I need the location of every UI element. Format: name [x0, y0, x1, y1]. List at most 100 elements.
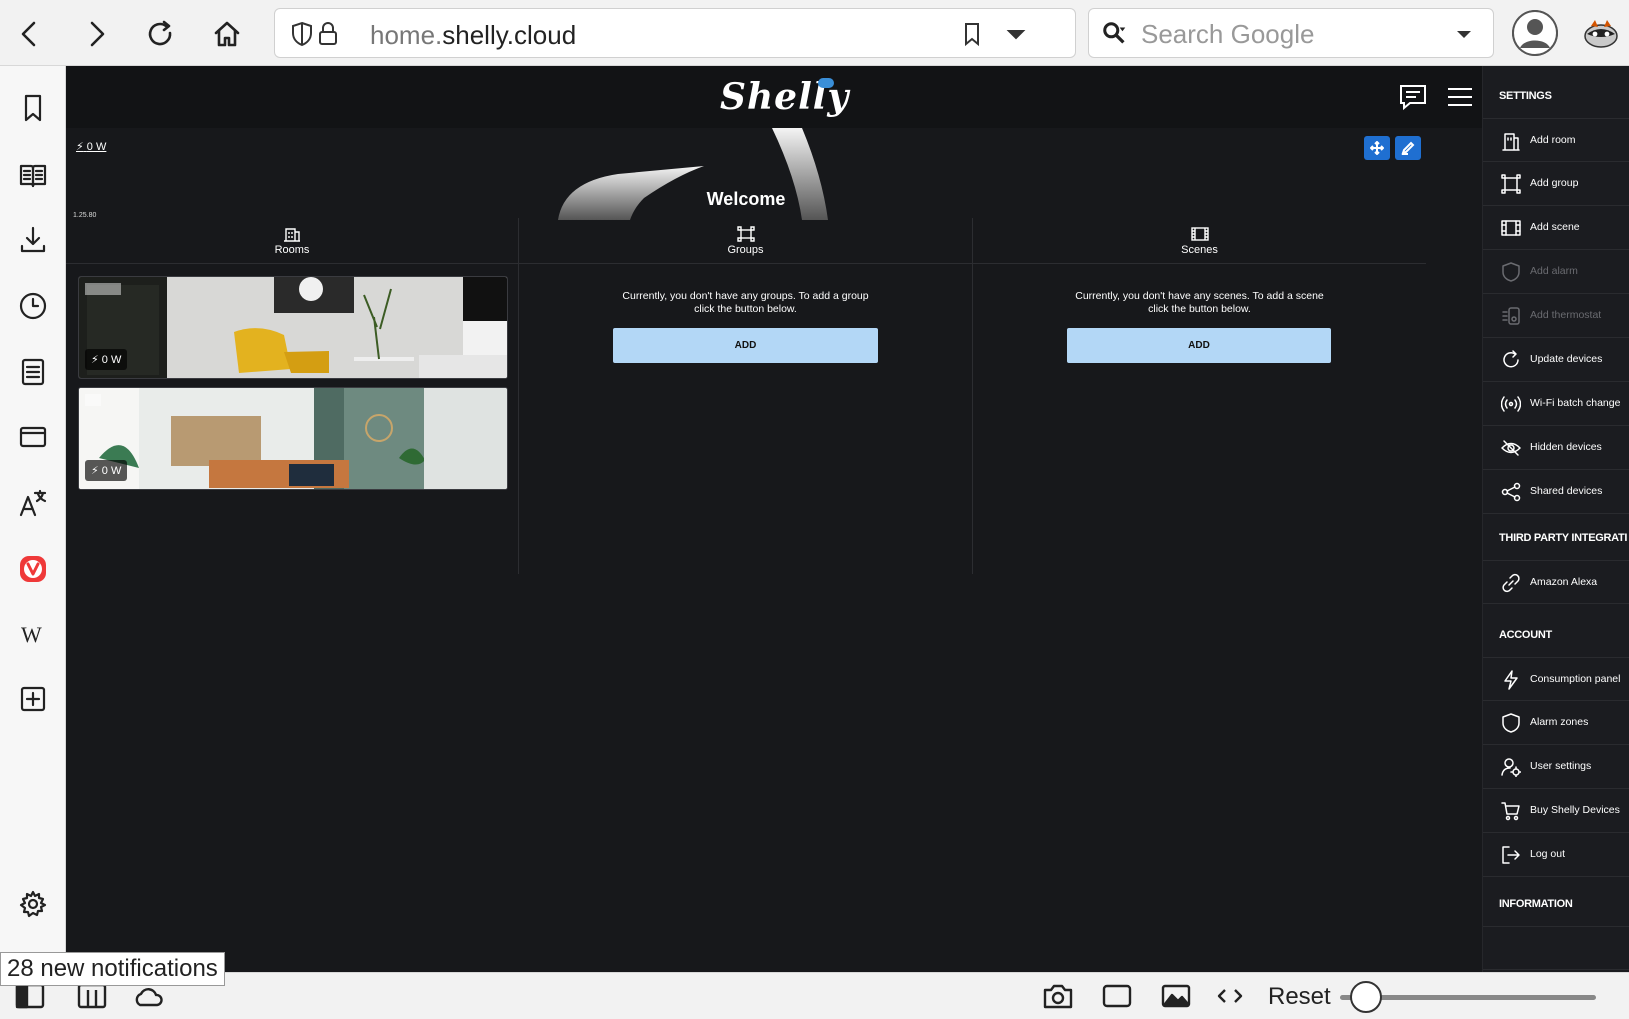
search-icon: [1103, 22, 1126, 44]
profile-avatar[interactable]: [1512, 10, 1558, 56]
alarm-zones-item[interactable]: Alarm zones: [1483, 701, 1629, 745]
cart-icon: [1501, 802, 1520, 821]
add-thermostat-item[interactable]: Add thermostat: [1483, 294, 1629, 338]
translate-button[interactable]: [11, 481, 55, 525]
amazon-alexa-item[interactable]: Amazon Alexa: [1483, 560, 1629, 604]
page-actions-button[interactable]: [1212, 981, 1248, 1011]
move-layout-button[interactable]: [1364, 136, 1390, 160]
information-item[interactable]: [1483, 926, 1629, 970]
groups-header[interactable]: Groups: [519, 218, 972, 264]
user-settings-item[interactable]: User settings: [1483, 745, 1629, 789]
add-alarm-item[interactable]: Add alarm: [1483, 250, 1629, 294]
buy-shelly-devices-item[interactable]: Buy Shelly Devices: [1483, 789, 1629, 833]
address-bar[interactable]: home.shelly.cloud: [274, 8, 1076, 58]
bookmark-icon[interactable]: [959, 21, 985, 47]
bolt-icon: [1504, 670, 1518, 690]
url-subdomain: home.: [370, 20, 443, 50]
home-button[interactable]: [207, 14, 247, 54]
add-group-item[interactable]: Add group: [1483, 162, 1629, 206]
shared-devices-item[interactable]: Shared devices: [1483, 470, 1629, 514]
wifi-batch-change-label: Wi-Fi batch change: [1530, 397, 1621, 409]
scenes-label: Scenes: [1181, 244, 1218, 256]
room-card[interactable]: ⚡︎ 0 W: [78, 387, 508, 490]
wifi-batch-change-item[interactable]: Wi-Fi batch change: [1483, 382, 1629, 426]
amazon-alexa-label: Amazon Alexa: [1530, 576, 1598, 588]
scenes-header[interactable]: Scenes: [973, 218, 1426, 264]
hidden-devices-item[interactable]: Hidden devices: [1483, 426, 1629, 470]
shelly-app: Shelly ⚡︎ 0 W 1.25.80 Welcome Rooms ⚡︎ 0…: [66, 66, 1629, 972]
notification-toast[interactable]: 28 new notifications: [0, 952, 225, 986]
user-settings-label: User settings: [1530, 760, 1592, 772]
add-group-button[interactable]: ADD: [613, 328, 878, 363]
zoom-slider-thumb[interactable]: [1349, 981, 1382, 1013]
refresh-icon: [1503, 350, 1519, 368]
window-panel-button[interactable]: [11, 415, 55, 459]
hamburger-icon: [1448, 88, 1472, 106]
reading-list-button[interactable]: [11, 153, 55, 197]
camera-icon: [1043, 984, 1073, 1009]
search-bar[interactable]: [1088, 8, 1494, 58]
bookmarks-panel-button[interactable]: [11, 86, 55, 130]
back-button[interactable]: [10, 14, 50, 54]
book-icon: [19, 164, 47, 188]
add-alarm-label: Add alarm: [1530, 265, 1578, 277]
notes-button[interactable]: [11, 350, 55, 394]
extension-raccoon-icon[interactable]: [1581, 14, 1621, 54]
film-icon: [1190, 227, 1209, 241]
rooms-header[interactable]: Rooms: [66, 218, 518, 264]
rooms-label: Rooms: [274, 244, 310, 256]
lock-icon[interactable]: [315, 21, 341, 47]
vivaldi-button[interactable]: [11, 547, 55, 591]
film-icon: [1501, 220, 1521, 236]
menu-button[interactable]: [1445, 82, 1477, 114]
search-input[interactable]: [1141, 17, 1441, 51]
reload-button[interactable]: [141, 14, 181, 54]
wikipedia-button[interactable]: W: [11, 612, 55, 656]
group-icon: [1501, 174, 1521, 194]
chevron-down-icon[interactable]: [1451, 21, 1477, 47]
consumption-panel-label: Consumption panel: [1530, 673, 1621, 685]
total-power[interactable]: ⚡︎ 0 W: [76, 140, 106, 153]
add-panel-button[interactable]: [11, 677, 55, 721]
bookmark-icon: [24, 94, 42, 122]
logout-icon: [1502, 846, 1520, 864]
add-scene-button[interactable]: ADD: [1067, 328, 1331, 363]
edit-layout-button[interactable]: [1395, 136, 1421, 160]
log-out-label: Log out: [1530, 848, 1566, 860]
building-icon: [1502, 133, 1520, 151]
arrow-right-icon: [90, 21, 105, 47]
chat-icon: [1400, 85, 1426, 111]
history-button[interactable]: [11, 284, 55, 328]
url-text[interactable]: home.shelly.cloud: [370, 20, 576, 51]
window-size-button[interactable]: [1099, 981, 1135, 1011]
images-toggle-button[interactable]: [1158, 981, 1194, 1011]
update-devices-item[interactable]: Update devices: [1483, 338, 1629, 382]
downloads-button[interactable]: [11, 218, 55, 262]
wifi-broadcast-icon: [1501, 396, 1521, 412]
log-out-item[interactable]: Log out: [1483, 833, 1629, 877]
add-scene-item[interactable]: Add scene: [1483, 206, 1629, 250]
gear-icon: [19, 890, 47, 918]
shared-devices-label: Shared devices: [1530, 485, 1603, 497]
settings-section-title: ACCOUNT: [1499, 629, 1552, 641]
user-gear-icon: [1501, 758, 1521, 777]
code-icon: [1217, 989, 1243, 1003]
room-name-blurred: [85, 394, 101, 406]
alarm-zones-label: Alarm zones: [1530, 716, 1589, 728]
eye-off-icon: [1501, 440, 1521, 456]
groups-label: Groups: [727, 244, 764, 256]
shield-icon[interactable]: [289, 21, 315, 47]
browser-settings-button[interactable]: [11, 882, 55, 926]
update-devices-label: Update devices: [1530, 353, 1603, 365]
forward-button[interactable]: [76, 14, 116, 54]
chevron-down-icon[interactable]: [1003, 21, 1029, 47]
zoom-reset-button[interactable]: Reset: [1268, 983, 1331, 1011]
messages-button[interactable]: [1398, 82, 1430, 114]
capture-button[interactable]: [1040, 981, 1076, 1011]
bolt-icon: ⚡︎: [91, 465, 99, 477]
room-card[interactable]: ⚡︎ 0 W: [78, 276, 508, 379]
consumption-panel-item[interactable]: Consumption panel: [1483, 657, 1629, 701]
room-power: ⚡︎ 0 W: [85, 460, 128, 481]
settings-panel: SETTINGS Add room Add group Add scene Ad…: [1482, 66, 1629, 972]
add-room-item[interactable]: Add room: [1483, 118, 1629, 162]
